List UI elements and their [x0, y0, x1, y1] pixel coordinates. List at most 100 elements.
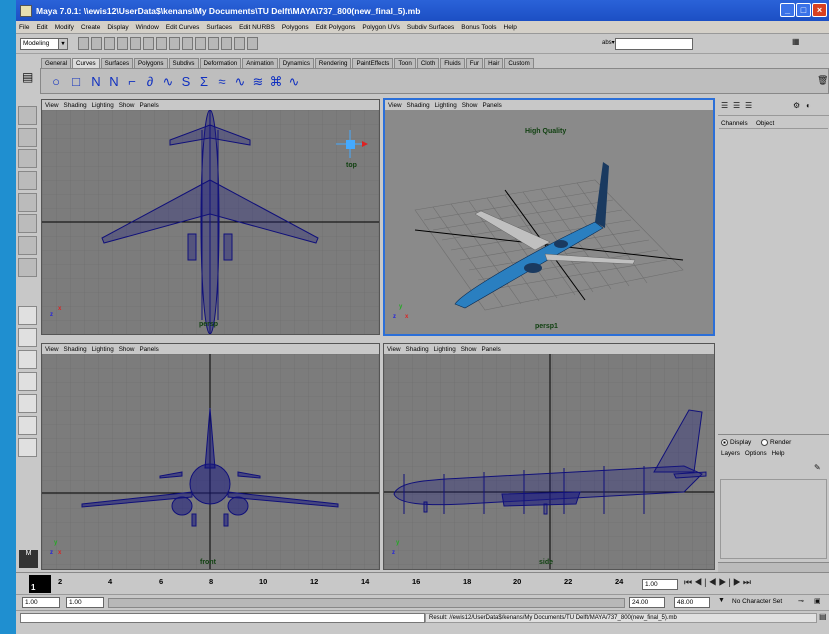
shelf-menu-icon[interactable]: ▤	[22, 70, 33, 84]
character-set-dropdown-icon[interactable]: ▼	[718, 597, 725, 604]
playback-start-field[interactable]: 1.00	[66, 597, 104, 608]
script-editor-icon[interactable]: ▤	[819, 612, 827, 621]
pencil-curve-icon[interactable]: ⌐	[123, 72, 141, 91]
paint-select-icon[interactable]	[18, 149, 37, 168]
auto-key-icon[interactable]: ⊸	[798, 597, 804, 605]
curve-editing-icon[interactable]: ∿	[285, 72, 303, 91]
display-radio[interactable]	[721, 439, 728, 446]
four-pane-layout-icon[interactable]	[18, 328, 37, 347]
select-component-icon[interactable]	[143, 37, 154, 50]
current-frame-marker[interactable]: 1	[29, 575, 51, 593]
select-tool-icon[interactable]	[18, 106, 37, 125]
render-globals-icon[interactable]	[247, 37, 258, 50]
animation-prefs-icon[interactable]: ▣	[814, 597, 821, 605]
menu-create[interactable]: Create	[81, 24, 101, 31]
viewport-front[interactable]: View Shading Lighting Show Panels z x y …	[41, 343, 380, 570]
move-tool-icon[interactable]	[18, 171, 37, 190]
shelf-tab-toon[interactable]: Toon	[394, 58, 416, 68]
shelf-tab-hair[interactable]: Hair	[484, 58, 504, 68]
time-slider[interactable]: 1 2 4 6 8 10 12 14 16 18 20 22 24 1.00 ⏮…	[16, 572, 829, 594]
viewport-menu-panels[interactable]: Panels	[481, 346, 500, 353]
options-menu[interactable]: Options	[745, 450, 767, 457]
outliner-icon[interactable]: ◐	[806, 101, 811, 110]
channels-menu[interactable]: Channels	[721, 120, 748, 127]
shelf-tab-animation[interactable]: Animation	[242, 58, 278, 68]
add-points-icon[interactable]: ⌘	[267, 72, 285, 91]
nurbs-square-icon[interactable]: □	[67, 72, 85, 91]
extend-curve-icon[interactable]: ≈	[213, 72, 231, 91]
menu-window[interactable]: Window	[136, 24, 159, 31]
shelf-tab-fur[interactable]: Fur	[465, 58, 484, 68]
attach-curves-icon[interactable]: ∿	[159, 72, 177, 91]
persp-graph-layout-icon[interactable]	[18, 372, 37, 391]
menu-polygon-uvs[interactable]: Polygon UVs	[362, 24, 400, 31]
viewport-menu-show[interactable]: Show	[119, 102, 135, 109]
hypershade-layout-icon[interactable]	[18, 394, 37, 413]
detach-curves-icon[interactable]: S	[177, 72, 195, 91]
shelf-tab-fluids[interactable]: Fluids	[440, 58, 465, 68]
end-time-field[interactable]: 48.00	[674, 597, 710, 608]
arc-icon[interactable]: ∂	[141, 72, 159, 91]
character-set-selector[interactable]: No Character Set	[730, 597, 794, 608]
viewport-menu-panels[interactable]: Panels	[482, 102, 501, 109]
snap-point-icon[interactable]	[182, 37, 193, 50]
snap-view-icon[interactable]	[195, 37, 206, 50]
viewport-menu-lighting[interactable]: Lighting	[435, 102, 457, 109]
channel-box-toggle-icon[interactable]: ▦	[792, 37, 800, 46]
start-time-field[interactable]: 1.00	[22, 597, 60, 608]
viewport-top[interactable]: View Shading Lighting Show Panels top z …	[41, 99, 380, 335]
shelf-tab-general[interactable]: General	[41, 58, 72, 68]
menu-surfaces[interactable]: Surfaces	[206, 24, 232, 31]
ipr-render-icon[interactable]	[234, 37, 245, 50]
menu-display[interactable]: Display	[107, 24, 128, 31]
shelf-tab-subdivs[interactable]: Subdivs	[168, 58, 199, 68]
persp-outliner-layout-icon[interactable]	[18, 350, 37, 369]
viewport-menu-lighting[interactable]: Lighting	[92, 346, 114, 353]
manipulator-icon[interactable]	[18, 236, 37, 255]
menu-modify[interactable]: Modify	[55, 24, 74, 31]
viewport-menu-lighting[interactable]: Lighting	[92, 102, 114, 109]
menu-edit-polygons[interactable]: Edit Polygons	[316, 24, 356, 31]
shelf-tab-deformation[interactable]: Deformation	[199, 58, 242, 68]
shelf-tab-curves[interactable]: Curves	[72, 58, 100, 68]
viewport-menu-show[interactable]: Show	[119, 346, 135, 353]
shelf-tab-polygons[interactable]: Polygons	[134, 58, 168, 68]
object-menu[interactable]: Object	[756, 120, 774, 127]
step-forward-icon[interactable]: |▶	[729, 577, 743, 587]
display-layer-option[interactable]: Display	[721, 439, 751, 446]
open-scene-icon[interactable]	[91, 37, 102, 50]
trash-icon[interactable]: 🗑	[817, 75, 828, 86]
history-icon[interactable]	[208, 37, 219, 50]
mode-selector[interactable]: Modeling ▾	[20, 38, 68, 50]
tool-settings-icon[interactable]: ⚙	[793, 101, 800, 110]
input-line-field[interactable]	[615, 38, 693, 50]
menu-edit-curves[interactable]: Edit Curves	[166, 24, 200, 31]
viewport-menu-lighting[interactable]: Lighting	[434, 346, 456, 353]
rotate-tool-icon[interactable]	[18, 193, 37, 212]
play-icon[interactable]: ▶	[719, 577, 729, 587]
menu-file[interactable]: File	[19, 24, 29, 31]
viewport-side[interactable]: View Shading Lighting Show Panels z y si…	[383, 343, 715, 570]
maximize-button[interactable]: □	[796, 3, 811, 17]
viewport-menu-shading[interactable]: Shading	[64, 102, 87, 109]
menu-bonus-tools[interactable]: Bonus Tools	[461, 24, 496, 31]
shelf-tab-surfaces[interactable]: Surfaces	[100, 58, 134, 68]
select-hierarchy-icon[interactable]	[117, 37, 128, 50]
viewport-menu-shading[interactable]: Shading	[407, 102, 430, 109]
viewport-menu-view[interactable]: View	[388, 102, 402, 109]
channel-box-icon[interactable]: ☰	[721, 101, 728, 110]
playback-end-field[interactable]: 24.00	[629, 597, 665, 608]
dopesheet-layout-icon[interactable]	[18, 438, 37, 457]
viewport-menu-show[interactable]: Show	[461, 346, 477, 353]
layer-editor-icon[interactable]: ☰	[733, 101, 740, 110]
layers-menu[interactable]: Layers	[721, 450, 740, 457]
viewport-menu-show[interactable]: Show	[462, 102, 478, 109]
go-to-end-icon[interactable]: ⏭	[743, 577, 753, 587]
shelf-tab-dynamics[interactable]: Dynamics	[278, 58, 314, 68]
last-tool-icon[interactable]	[18, 258, 37, 277]
ep-curve-icon[interactable]: N	[105, 72, 123, 91]
render-layer-option[interactable]: Render	[761, 439, 791, 446]
shelf-tab-painteffects[interactable]: PaintEffects	[352, 58, 394, 68]
range-slider[interactable]	[108, 598, 625, 608]
snap-curve-icon[interactable]	[169, 37, 180, 50]
